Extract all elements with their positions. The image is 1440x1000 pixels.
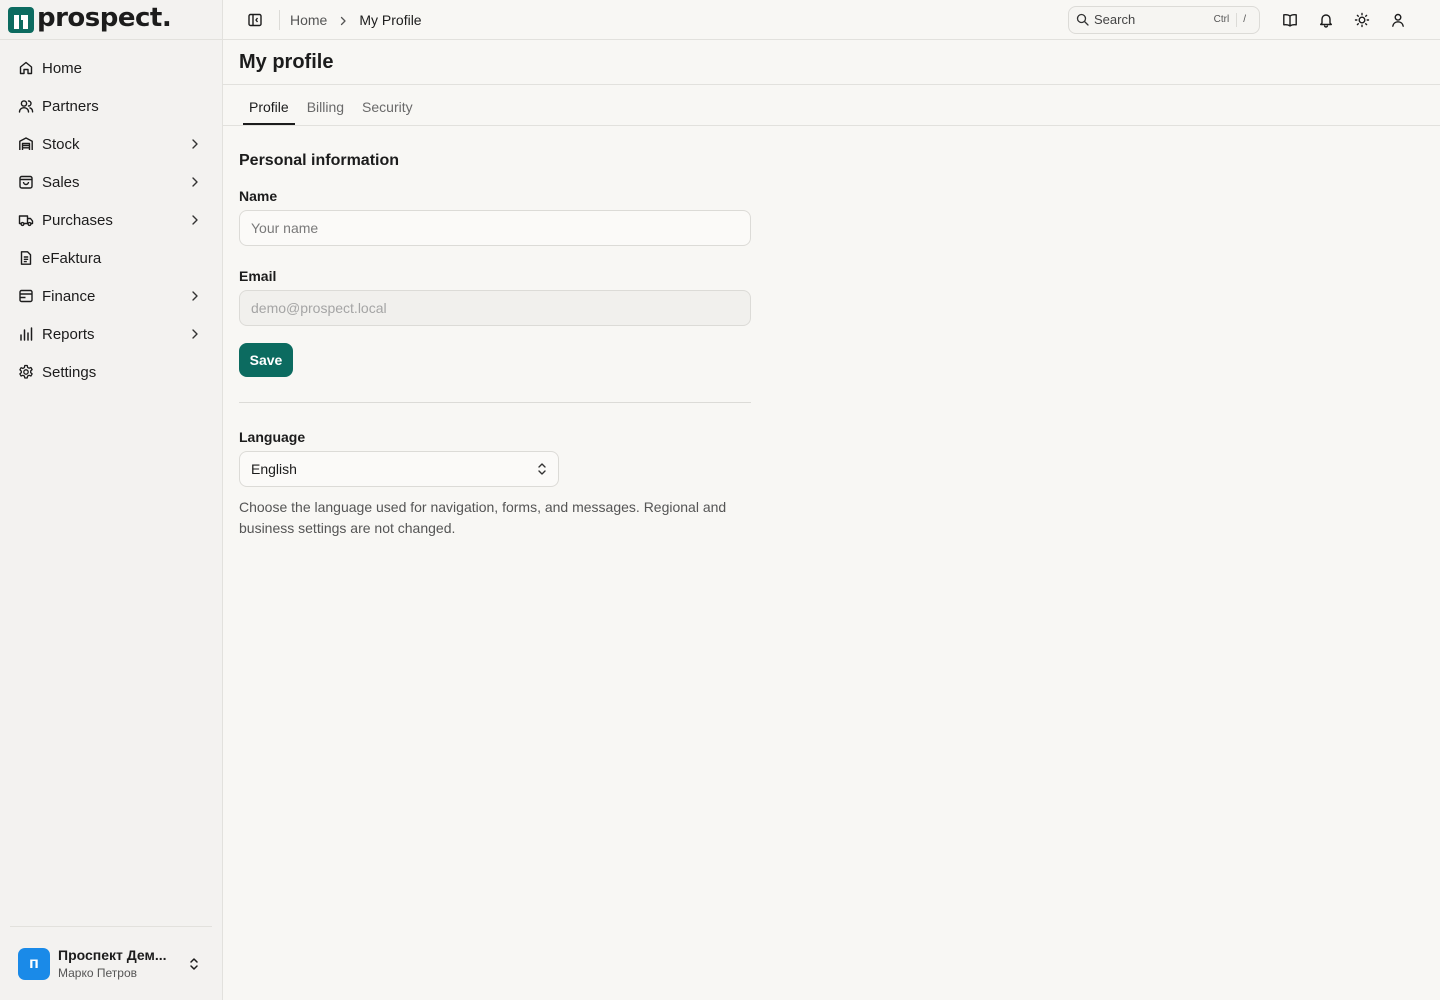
page-header: My profile <box>223 40 1440 85</box>
tabs: Profile Billing Security <box>223 85 1440 126</box>
user-name: Марко Петров <box>58 965 137 980</box>
sidebar-item-label: eFaktura <box>42 249 102 267</box>
home-icon <box>18 60 34 76</box>
warehouse-icon <box>18 136 34 152</box>
chevron-right-icon <box>188 289 202 303</box>
sidebar-item-settings[interactable]: Settings <box>0 353 222 391</box>
language-select[interactable]: English <box>239 451 559 487</box>
save-button[interactable]: Save <box>239 343 293 377</box>
email-input <box>239 290 751 326</box>
sidebar-item-label: Purchases <box>42 211 113 229</box>
org-switcher[interactable]: п Проспект Дем... Марко Петров <box>10 926 212 1000</box>
brand-name: prospect. <box>37 2 172 33</box>
chevrons-up-down-icon <box>536 462 548 476</box>
chevron-right-icon <box>188 213 202 227</box>
sidebar-item-sales[interactable]: Sales <box>0 163 222 201</box>
wallet-icon <box>18 288 34 304</box>
sidebar-item-label: Home <box>42 59 83 77</box>
tab-security[interactable]: Security <box>356 99 419 125</box>
sidebar-item-finance[interactable]: Finance <box>0 277 222 315</box>
search-placeholder: Search <box>1094 12 1136 27</box>
sidebar-nav: Home Partners Stock Sales Purchases eFak… <box>0 40 222 391</box>
chevron-right-icon <box>188 137 202 151</box>
user-icon[interactable] <box>1380 6 1416 34</box>
gear-icon <box>18 364 34 380</box>
shortcut-modifier: Ctrl <box>1213 14 1230 25</box>
language-help-text: Choose the language used for navigation,… <box>239 499 727 536</box>
tab-profile[interactable]: Profile <box>243 99 295 125</box>
name-input[interactable] <box>239 210 751 246</box>
sidebar-item-label: Sales <box>42 173 80 191</box>
breadcrumb-home-link[interactable]: Home <box>290 12 327 28</box>
sidebar-item-reports[interactable]: Reports <box>0 315 222 353</box>
bar-chart-icon <box>18 326 34 342</box>
section-divider <box>239 402 751 403</box>
email-field-group: Email <box>239 268 751 326</box>
sidebar-item-label: Reports <box>42 325 95 343</box>
main-area: Home My Profile Search Ctrl / My profile… <box>223 0 1440 1000</box>
sidebar-item-partners[interactable]: Partners <box>0 87 222 125</box>
chevron-right-icon <box>188 327 202 341</box>
profile-form: Personal information Name Email Save Lan… <box>223 126 751 539</box>
name-field-group: Name <box>239 188 751 246</box>
sidebar-item-purchases[interactable]: Purchases <box>0 201 222 239</box>
shopping-bag-icon <box>18 174 34 190</box>
language-selected-value: English <box>251 461 297 477</box>
sidebar-item-efaktura[interactable]: eFaktura <box>0 239 222 277</box>
page-title: My profile <box>239 50 334 73</box>
brand[interactable]: prospect. <box>0 0 222 40</box>
app-root: prospect. Home Partners Stock Sales Purc… <box>0 0 1440 1000</box>
sun-icon[interactable] <box>1344 6 1380 34</box>
section-title: Personal information <box>239 152 400 169</box>
bell-icon[interactable] <box>1308 6 1344 34</box>
org-name: Проспект Дем... <box>58 946 167 963</box>
sidebar-item-home[interactable]: Home <box>0 49 222 87</box>
users-icon <box>18 98 34 114</box>
chevron-right-icon <box>188 175 202 189</box>
name-label: Name <box>239 188 278 204</box>
email-label: Email <box>239 268 277 284</box>
topbar-separator <box>279 9 280 30</box>
sidebar-item-label: Stock <box>42 135 80 153</box>
search-icon <box>1076 13 1089 26</box>
shortcut-separator <box>1236 12 1238 27</box>
sidebar: prospect. Home Partners Stock Sales Purc… <box>0 0 223 1000</box>
document-icon <box>18 250 34 266</box>
chevrons-up-down-icon <box>186 956 202 972</box>
sidebar-item-label: Finance <box>42 287 96 305</box>
truck-icon <box>18 212 34 228</box>
language-label: Language <box>239 429 306 445</box>
breadcrumb-current: My Profile <box>359 11 422 28</box>
breadcrumb: Home My Profile <box>290 12 422 28</box>
tab-billing[interactable]: Billing <box>301 99 350 125</box>
sidebar-toggle-icon[interactable] <box>247 12 263 28</box>
sidebar-item-label: Partners <box>42 97 99 115</box>
search-input[interactable]: Search Ctrl / <box>1068 5 1260 34</box>
sidebar-item-stock[interactable]: Stock <box>0 125 222 163</box>
org-avatar: п <box>18 947 50 980</box>
org-info: Проспект Дем... Марко Петров <box>58 947 186 980</box>
sidebar-item-label: Settings <box>42 363 97 381</box>
shortcut-key: / <box>1243 14 1246 25</box>
docs-book-icon[interactable] <box>1272 6 1308 34</box>
topbar: Home My Profile Search Ctrl / <box>223 0 1440 40</box>
chevron-right-icon <box>337 14 349 26</box>
logo-mark <box>8 6 34 33</box>
